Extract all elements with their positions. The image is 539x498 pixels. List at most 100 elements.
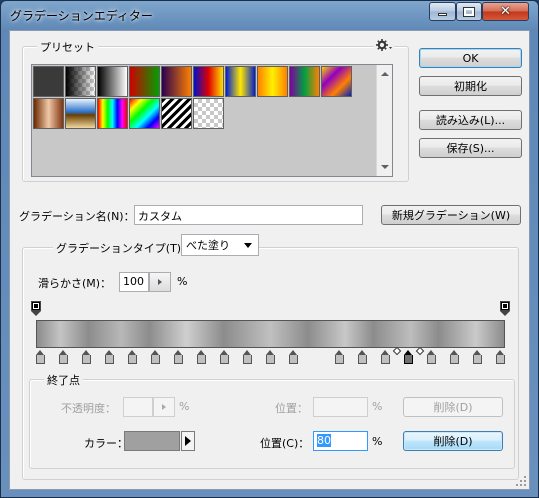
save-button[interactable]: 保存(S)... bbox=[419, 138, 522, 158]
color-stop-body bbox=[335, 355, 344, 364]
gradient-type-value: べた塗り bbox=[186, 239, 230, 252]
color-stop[interactable] bbox=[243, 350, 252, 364]
resize-grip-icon[interactable] bbox=[515, 475, 527, 487]
opacity-stop-left[interactable] bbox=[31, 301, 41, 317]
opacity-stepper[interactable] bbox=[153, 397, 175, 417]
minimize-button[interactable] bbox=[429, 2, 456, 21]
preset-swatch-black-to-white[interactable] bbox=[97, 66, 128, 97]
color-location-input[interactable]: 80 bbox=[313, 431, 368, 451]
gradient-type-group: グラデーションタイプ(T)： べた塗り 滑らかさ(M)： 100 % 終了点 不… bbox=[22, 234, 519, 480]
preset-swatch-black-to-transparent[interactable] bbox=[65, 66, 96, 97]
color-stop[interactable] bbox=[220, 350, 229, 364]
preset-swatch-dark-gray[interactable] bbox=[33, 66, 64, 97]
color-stop-body bbox=[496, 355, 505, 364]
presets-menu-button[interactable] bbox=[374, 38, 394, 52]
midpoint-diamond-right[interactable] bbox=[415, 346, 424, 356]
color-stop-body bbox=[128, 355, 137, 364]
preset-swatch-violet-green-orange[interactable] bbox=[289, 66, 320, 97]
smoothness-unit: % bbox=[177, 275, 188, 288]
color-stop[interactable] bbox=[266, 350, 275, 364]
color-picker-menu-button[interactable] bbox=[181, 431, 195, 451]
color-stop[interactable] bbox=[289, 350, 298, 364]
opacity-stop-right[interactable] bbox=[500, 301, 510, 317]
stop-color-swatch[interactable] bbox=[124, 431, 180, 451]
preset-swatch-transparent-checker[interactable] bbox=[193, 98, 224, 129]
color-stop-body bbox=[358, 355, 367, 364]
preset-swatch-chrome[interactable] bbox=[65, 98, 96, 129]
preset-swatch-violet-to-orange[interactable] bbox=[161, 66, 192, 97]
close-icon: ✕ bbox=[500, 4, 511, 19]
midpoint-diamond-left[interactable] bbox=[392, 346, 401, 356]
gradient-preview-bar[interactable] bbox=[36, 320, 505, 348]
color-stop-body bbox=[174, 355, 183, 364]
color-stop[interactable] bbox=[358, 350, 367, 364]
opacity-delete-button[interactable]: 削除(D) bbox=[403, 397, 503, 417]
color-stop[interactable] bbox=[36, 350, 45, 364]
opacity-stop-swatch bbox=[31, 301, 41, 311]
opacity-stop-swatch bbox=[500, 301, 510, 311]
color-stop[interactable] bbox=[450, 350, 459, 364]
color-stop[interactable] bbox=[197, 350, 206, 364]
color-stop-body bbox=[197, 355, 206, 364]
chevron-down-icon bbox=[244, 243, 252, 248]
color-location-unit: % bbox=[372, 435, 383, 448]
preset-swatch-red-to-green[interactable] bbox=[129, 66, 160, 97]
chevron-right-icon bbox=[162, 404, 166, 410]
smoothness-stepper[interactable] bbox=[149, 272, 171, 292]
chevron-right-icon bbox=[185, 436, 191, 446]
chevron-right-icon bbox=[158, 279, 162, 285]
color-label: カラー： bbox=[84, 437, 128, 450]
presets-scrollbar[interactable] bbox=[376, 65, 392, 176]
color-stop-body bbox=[381, 355, 390, 364]
preset-swatch-blue-red-yellow[interactable] bbox=[193, 66, 224, 97]
maximize-button[interactable] bbox=[456, 2, 482, 21]
opacity-label: 不透明度： bbox=[61, 402, 116, 415]
color-stop[interactable] bbox=[473, 350, 482, 364]
color-stop-body bbox=[105, 355, 114, 364]
color-stop[interactable] bbox=[174, 350, 183, 364]
color-stop[interactable] bbox=[151, 350, 160, 364]
color-delete-button[interactable]: 削除(D) bbox=[403, 431, 503, 451]
close-button[interactable]: ✕ bbox=[482, 2, 529, 21]
color-stop-body bbox=[404, 355, 413, 364]
color-stop-selected[interactable] bbox=[404, 350, 413, 364]
color-stop[interactable] bbox=[335, 350, 344, 364]
color-stop[interactable] bbox=[496, 350, 505, 364]
preset-swatch-blue-yellow-blue[interactable] bbox=[225, 66, 256, 97]
preset-swatch-orange-yellow-orange[interactable] bbox=[257, 66, 288, 97]
gradient-name-input[interactable]: カスタム bbox=[134, 205, 363, 225]
preset-swatch-transparent-stripes[interactable] bbox=[161, 98, 192, 129]
ok-button[interactable]: OK bbox=[419, 48, 522, 68]
color-stop-body bbox=[151, 355, 160, 364]
opacity-stop-tip bbox=[500, 311, 510, 316]
scroll-down-icon[interactable] bbox=[377, 160, 393, 174]
color-stop[interactable] bbox=[128, 350, 137, 364]
opacity-unit: % bbox=[179, 400, 190, 413]
color-stop[interactable] bbox=[427, 350, 436, 364]
smoothness-input[interactable]: 100 bbox=[119, 272, 149, 292]
color-stop[interactable] bbox=[381, 350, 390, 364]
reset-button[interactable]: 初期化 bbox=[419, 76, 522, 96]
opacity-location-input[interactable] bbox=[313, 397, 368, 417]
presets-list[interactable] bbox=[31, 64, 393, 177]
presets-label: プリセット bbox=[37, 39, 98, 55]
preset-swatch-yellow-violet-orange-blue[interactable] bbox=[321, 66, 352, 97]
new-gradient-button[interactable]: 新規グラデーション(W) bbox=[381, 205, 521, 225]
load-button[interactable]: 読み込み(L)... bbox=[419, 110, 522, 130]
preset-swatch-transparent-rainbow[interactable] bbox=[129, 98, 160, 129]
preset-swatch-copper[interactable] bbox=[33, 98, 64, 129]
opacity-input[interactable] bbox=[123, 397, 153, 417]
scroll-up-icon[interactable] bbox=[377, 67, 393, 81]
color-stop[interactable] bbox=[105, 350, 114, 364]
gradient-name-label: グラデーション名(N)： bbox=[19, 210, 135, 223]
opacity-location-unit: % bbox=[372, 400, 383, 413]
gradient-type-select[interactable]: べた塗り bbox=[181, 234, 259, 256]
title-bar[interactable]: グラデーションエディター ✕ bbox=[1, 1, 538, 29]
preset-swatch-spectrum[interactable] bbox=[97, 98, 128, 129]
opacity-stop-tip bbox=[31, 311, 41, 316]
color-stop[interactable] bbox=[59, 350, 68, 364]
color-stop-body bbox=[427, 355, 436, 364]
color-stop[interactable] bbox=[82, 350, 91, 364]
color-stop-body bbox=[36, 355, 45, 364]
color-stop-body bbox=[82, 355, 91, 364]
